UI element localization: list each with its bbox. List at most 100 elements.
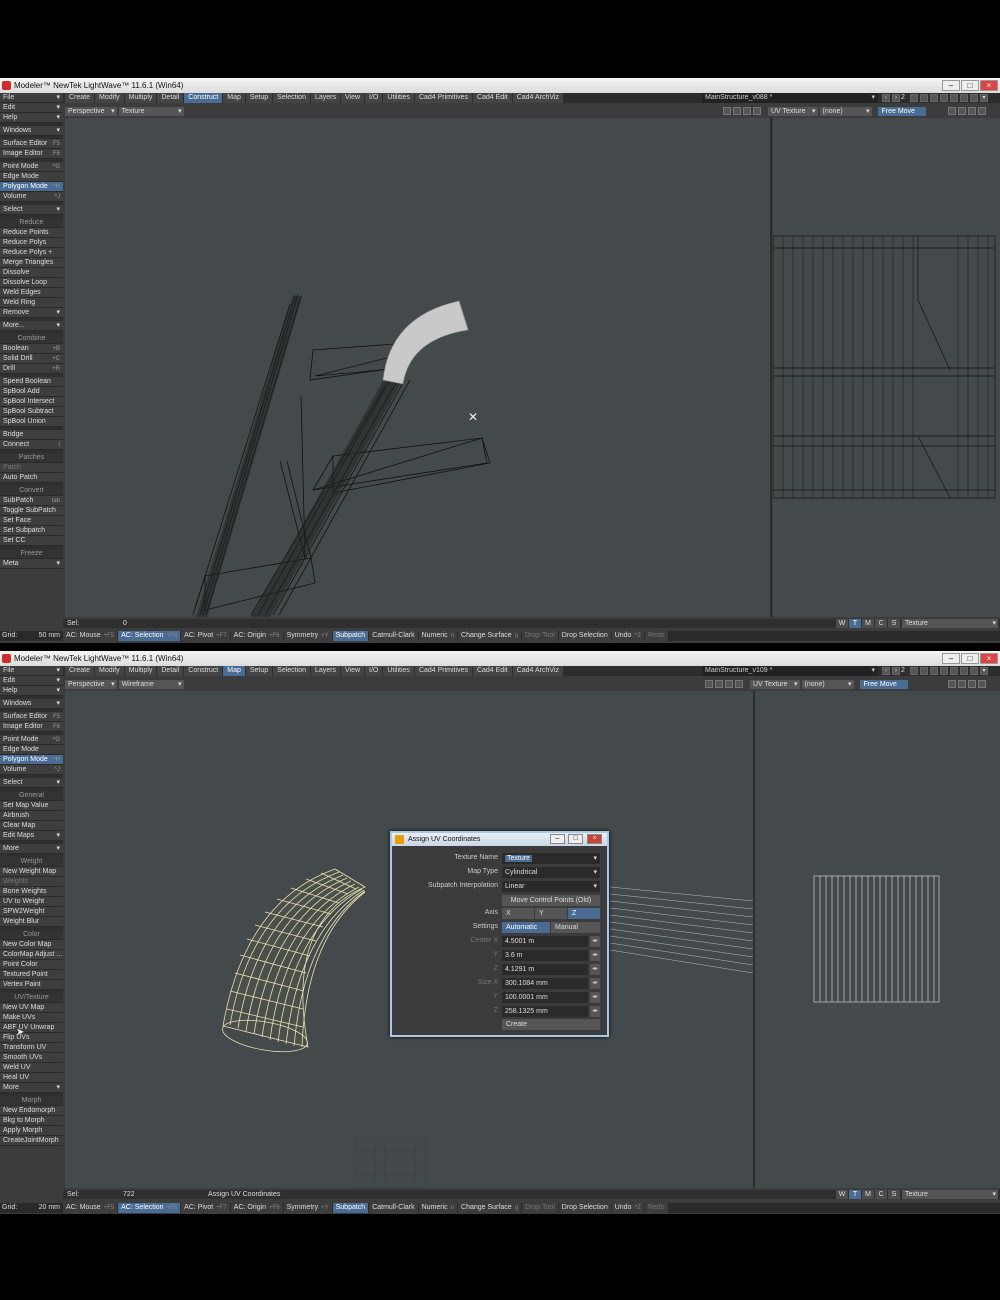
center-x-field[interactable]: 4.5001 m (502, 936, 588, 947)
prev-layer-icon[interactable]: ‹ (882, 94, 890, 102)
view-type-select[interactable]: Perspective (65, 106, 117, 116)
drop-tool-button[interactable]: Drop Tool (521, 1203, 558, 1213)
sidebar-item-new-uv-map[interactable]: New UV Map (0, 1003, 63, 1013)
symmetry-button[interactable]: Symmetry +Y (283, 631, 332, 641)
view-toggle-s[interactable]: S (888, 619, 900, 628)
sidebar-item-edge-mode[interactable]: Edge Mode (0, 172, 63, 182)
tab-create[interactable]: Create (65, 93, 95, 103)
layer-3-icon[interactable] (930, 94, 938, 102)
numeric-button[interactable]: Numeric n (418, 1203, 458, 1213)
sidebar-item-set-face[interactable]: Set Face (0, 516, 63, 526)
move-view-icon[interactable] (723, 107, 731, 115)
size-x-spin-icon[interactable]: ◂▸ (590, 978, 600, 989)
sidebar-item-make-uvs[interactable]: Make UVs (0, 1013, 63, 1023)
tab-layers[interactable]: Layers (310, 666, 340, 676)
uv-viewport[interactable] (773, 118, 1000, 617)
layer-3-icon[interactable] (930, 667, 938, 675)
sidebar-item-set-cc[interactable]: Set CC (0, 536, 63, 546)
sidebar-item-weight-blur[interactable]: Weight Blur (0, 917, 63, 927)
zoom-view-icon[interactable] (743, 107, 751, 115)
sidebar-item-polygon-mode[interactable]: Polygon Mode ^H (0, 755, 63, 765)
next-layer-icon[interactable]: › (892, 94, 900, 102)
sidebar-item-volume[interactable]: Volume ^J (0, 765, 63, 775)
tab-construct[interactable]: Construct (184, 666, 223, 676)
sidebar-item-edge-mode[interactable]: Edge Mode (0, 745, 63, 755)
sidebar-item-more[interactable]: More (0, 1083, 63, 1093)
sidebar-item-airbrush[interactable]: Airbrush (0, 811, 63, 821)
sidebar-item-weights[interactable]: Weights (0, 877, 63, 887)
sidebar-item-edit[interactable]: Edit (0, 676, 63, 686)
sidebar-item-bone-weights[interactable]: Bone Weights (0, 887, 63, 897)
texture-select[interactable]: Texture (902, 619, 998, 628)
sidebar-item-new-endomorph[interactable]: New Endomorph (0, 1106, 63, 1116)
uv-rotate-icon[interactable] (957, 107, 966, 115)
ac-pivot-button[interactable]: AC: Pivot +F7 (181, 631, 230, 641)
sidebar-item-speed-boolean[interactable]: Speed Boolean (0, 377, 63, 387)
undo-button[interactable]: Undo ^Z (611, 631, 644, 641)
sidebar-item-toggle-subpatch[interactable]: Toggle SubPatch (0, 506, 63, 516)
drop-tool-button[interactable]: Drop Tool (521, 631, 558, 641)
sidebar-item-remove[interactable]: Remove (0, 308, 63, 318)
interpolation-select[interactable]: Linear (502, 881, 600, 892)
sidebar-item-vertex-paint[interactable]: Vertex Paint (0, 980, 63, 990)
sidebar-item-weld-ring[interactable]: Weld Ring (0, 298, 63, 308)
settings-manual-button[interactable]: Manual (551, 922, 600, 933)
sidebar-item-image-editor[interactable]: Image Editor F6 (0, 722, 63, 732)
tab-detail[interactable]: Detail (157, 666, 184, 676)
rotate-view-icon[interactable] (715, 680, 723, 688)
layer-4-icon[interactable] (940, 94, 948, 102)
sidebar-item-subpatch[interactable]: SubPatch tab (0, 496, 63, 506)
move-control-points-button[interactable]: Move Control Points (Old) (502, 895, 600, 906)
next-layer-icon[interactable]: › (892, 667, 900, 675)
prev-layer-icon[interactable]: ‹ (882, 667, 890, 675)
sidebar-item-new-weight-map[interactable]: New Weight Map (0, 867, 63, 877)
view-toggle-m[interactable]: M (862, 1190, 874, 1199)
close-icon[interactable]: × (980, 80, 998, 91)
sidebar-item-spbool-subtract[interactable]: SpBool Subtract (0, 407, 63, 417)
undo-button[interactable]: Undo ^Z (611, 1203, 644, 1213)
layer-6-icon[interactable] (960, 667, 968, 675)
sidebar-item-spbool-union[interactable]: SpBool Union (0, 417, 63, 427)
drop-selection-button[interactable]: Drop Selection (558, 631, 611, 641)
sidebar-item-clear-map[interactable]: Clear Map (0, 821, 63, 831)
sidebar-item-spbool-add[interactable]: SpBool Add (0, 387, 63, 397)
perspective-viewport[interactable]: ✕ (65, 118, 771, 617)
sidebar-item-uv-to-weight[interactable]: UV to Weight (0, 897, 63, 907)
layer-2-icon[interactable] (920, 94, 928, 102)
ac-origin-button[interactable]: AC: Origin +F6 (230, 631, 283, 641)
center-y-field[interactable]: 3.6 m (502, 950, 588, 961)
numeric-button[interactable]: Numeric n (418, 631, 458, 641)
sidebar-item-merge-triangles[interactable]: Merge Triangles (0, 258, 63, 268)
change-surface-button[interactable]: Change Surface q (458, 631, 521, 641)
sidebar-item-windows[interactable]: Windows (0, 126, 63, 136)
layer-6-icon[interactable] (960, 94, 968, 102)
tab-cad4-edit[interactable]: Cad4 Edit (472, 666, 512, 676)
tab-view[interactable]: View (340, 666, 365, 676)
sidebar-item-select[interactable]: Select (0, 205, 63, 215)
sidebar-item-file[interactable]: File (0, 666, 63, 676)
tab-detail[interactable]: Detail (157, 93, 184, 103)
sidebar-item-set-subpatch[interactable]: Set Subpatch (0, 526, 63, 536)
shading-select[interactable]: Wireframe (118, 679, 184, 689)
layer-menu-icon[interactable]: ▾ (980, 667, 988, 675)
uv-zoom-icon[interactable] (967, 107, 976, 115)
sidebar-item-point-mode[interactable]: Point Mode ^G (0, 735, 63, 745)
catmull-clark-button[interactable]: Catmull-Clark (369, 1203, 418, 1213)
sidebar-item-auto-patch[interactable]: Auto Patch (0, 473, 63, 483)
scene-selector[interactable]: MainStructure_v088 * ▾ (702, 93, 878, 103)
layer-1-icon[interactable] (910, 94, 918, 102)
minimize-icon[interactable]: – (942, 80, 960, 91)
size-y-spin-icon[interactable]: ◂▸ (590, 992, 600, 1003)
sidebar-item-reduce-points[interactable]: Reduce Points (0, 228, 63, 238)
sidebar-item-select[interactable]: Select (0, 778, 63, 788)
tab-selection[interactable]: Selection (273, 666, 310, 676)
move-view-icon[interactable] (705, 680, 713, 688)
sidebar-item-colormap-adjust[interactable]: ColorMap Adjust ... (0, 950, 63, 960)
view-toggle-c[interactable]: C (875, 619, 887, 628)
sidebar-item-help[interactable]: Help (0, 686, 63, 696)
layer-menu-icon[interactable]: ▾ (980, 94, 988, 102)
axis-z-button[interactable]: Z (568, 908, 600, 919)
sidebar-item-file[interactable]: File (0, 93, 63, 103)
view-toggle-s[interactable]: S (888, 1190, 900, 1199)
ac-selection-button[interactable]: AC: Selection +F8 (118, 1203, 181, 1213)
